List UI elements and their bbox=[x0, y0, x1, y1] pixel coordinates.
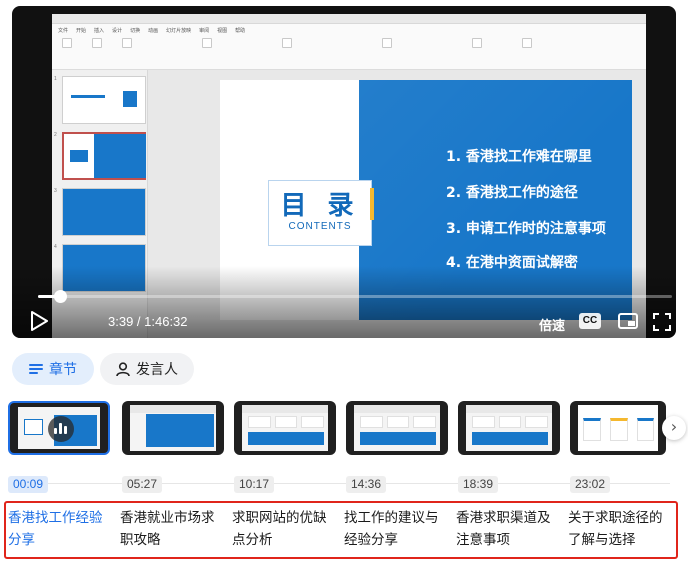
chapter-thumbnail[interactable] bbox=[8, 401, 110, 455]
ppt-tab: 帮助 bbox=[235, 28, 246, 34]
slide-thumbnail-selected bbox=[62, 132, 146, 180]
ribbon-icon bbox=[202, 38, 212, 48]
slide-number: 4 bbox=[54, 244, 57, 250]
chapter-title[interactable]: 香港找工作经验分享 bbox=[8, 507, 112, 551]
person-icon bbox=[116, 361, 130, 376]
ppt-ribbon: 文件 开始 插入 设计 切换 动画 幻灯片放映 审阅 视图 帮助 bbox=[52, 24, 646, 70]
chapter-timestamp[interactable]: 05:27 bbox=[122, 476, 163, 493]
chapter-thumbnail[interactable] bbox=[122, 401, 224, 455]
tab-chapters-label: 章节 bbox=[49, 362, 77, 378]
video-player[interactable]: 文件 开始 插入 设计 切换 动画 幻灯片放映 审阅 视图 帮助 1 2 3 4… bbox=[12, 6, 676, 338]
ppt-tab: 切换 bbox=[130, 28, 141, 34]
chapter-timestamp[interactable]: 10:17 bbox=[234, 476, 275, 493]
slide-title-box: 目 录 CONTENTS bbox=[268, 180, 372, 246]
chapter-title[interactable]: 关于求职途径的了解与选择 bbox=[568, 507, 672, 551]
toc-item: 1. 香港找工作难在哪里 bbox=[446, 149, 592, 165]
ppt-tab: 开始 bbox=[76, 28, 87, 34]
chapter-title[interactable]: 香港求职渠道及注意事项 bbox=[456, 507, 560, 551]
tab-speakers[interactable]: 发言人 bbox=[100, 353, 194, 385]
ppt-tab: 动画 bbox=[148, 28, 159, 34]
play-icon[interactable] bbox=[30, 311, 48, 331]
chapter-list: › 00:09 05:27 10:17 14:36 18:39 23:02 香港… bbox=[0, 397, 688, 563]
chapter-title[interactable]: 找工作的建议与经验分享 bbox=[344, 507, 448, 551]
chapter-thumbnail[interactable] bbox=[346, 401, 448, 455]
ribbon-icon bbox=[282, 38, 292, 48]
slide-accent bbox=[370, 188, 374, 220]
ribbon-icon bbox=[122, 38, 132, 48]
ppt-tab: 视图 bbox=[217, 28, 228, 34]
ppt-tab: 设计 bbox=[112, 28, 123, 34]
ribbon-icon bbox=[92, 38, 102, 48]
ppt-tab: 幻灯片放映 bbox=[166, 28, 192, 34]
chapter-timestamp[interactable]: 00:09 bbox=[8, 476, 49, 493]
slide-subheading: CONTENTS bbox=[288, 221, 352, 232]
tab-chapters[interactable]: 章节 bbox=[12, 353, 94, 385]
chapter-timestamp[interactable]: 18:39 bbox=[458, 476, 499, 493]
chapter-title[interactable]: 求职网站的优缺点分析 bbox=[232, 507, 336, 551]
list-icon bbox=[29, 364, 43, 374]
chapter-timestamp[interactable]: 14:36 bbox=[346, 476, 387, 493]
ppt-tab: 审阅 bbox=[199, 28, 210, 34]
chapter-thumbnail[interactable] bbox=[234, 401, 336, 455]
picture-in-picture-icon[interactable] bbox=[618, 313, 638, 329]
ribbon-icon bbox=[382, 38, 392, 48]
slide-thumbnail bbox=[62, 76, 146, 124]
chapter-thumbnail[interactable] bbox=[570, 401, 666, 455]
toc-item: 3. 申请工作时的注意事项 bbox=[446, 221, 606, 237]
ppt-tab: 插入 bbox=[94, 28, 105, 34]
time-display: 3:39 / 1:46:32 bbox=[108, 314, 188, 329]
chapter-thumbnail[interactable] bbox=[458, 401, 560, 455]
toc-item: 2. 香港找工作的途径 bbox=[446, 185, 578, 201]
slide-number: 3 bbox=[54, 188, 57, 194]
slide-heading: 目 录 bbox=[280, 191, 360, 221]
audio-wave-icon bbox=[48, 416, 74, 442]
tab-speakers-label: 发言人 bbox=[136, 362, 178, 378]
ppt-tab: 文件 bbox=[58, 28, 69, 34]
ppt-titlebar bbox=[52, 14, 646, 24]
slide-number: 2 bbox=[54, 132, 57, 138]
ppt-ribbon-tabs: 文件 开始 插入 设计 切换 动画 幻灯片放映 审阅 视图 帮助 bbox=[58, 27, 245, 34]
speed-button[interactable]: 倍速 bbox=[539, 315, 565, 334]
captions-button[interactable]: CC bbox=[579, 313, 601, 329]
ribbon-icon bbox=[472, 38, 482, 48]
ribbon-icon bbox=[522, 38, 532, 48]
ribbon-icon bbox=[62, 38, 72, 48]
fullscreen-icon[interactable] bbox=[653, 313, 671, 331]
chapter-timestamp[interactable]: 23:02 bbox=[570, 476, 611, 493]
progress-handle[interactable] bbox=[53, 290, 67, 303]
chevron-right-icon[interactable]: › bbox=[662, 416, 686, 440]
slide-thumbnail bbox=[62, 188, 146, 236]
slide-number: 1 bbox=[54, 76, 57, 82]
progress-bar[interactable] bbox=[38, 290, 672, 303]
chapter-title[interactable]: 香港就业市场求职攻略 bbox=[120, 507, 224, 551]
